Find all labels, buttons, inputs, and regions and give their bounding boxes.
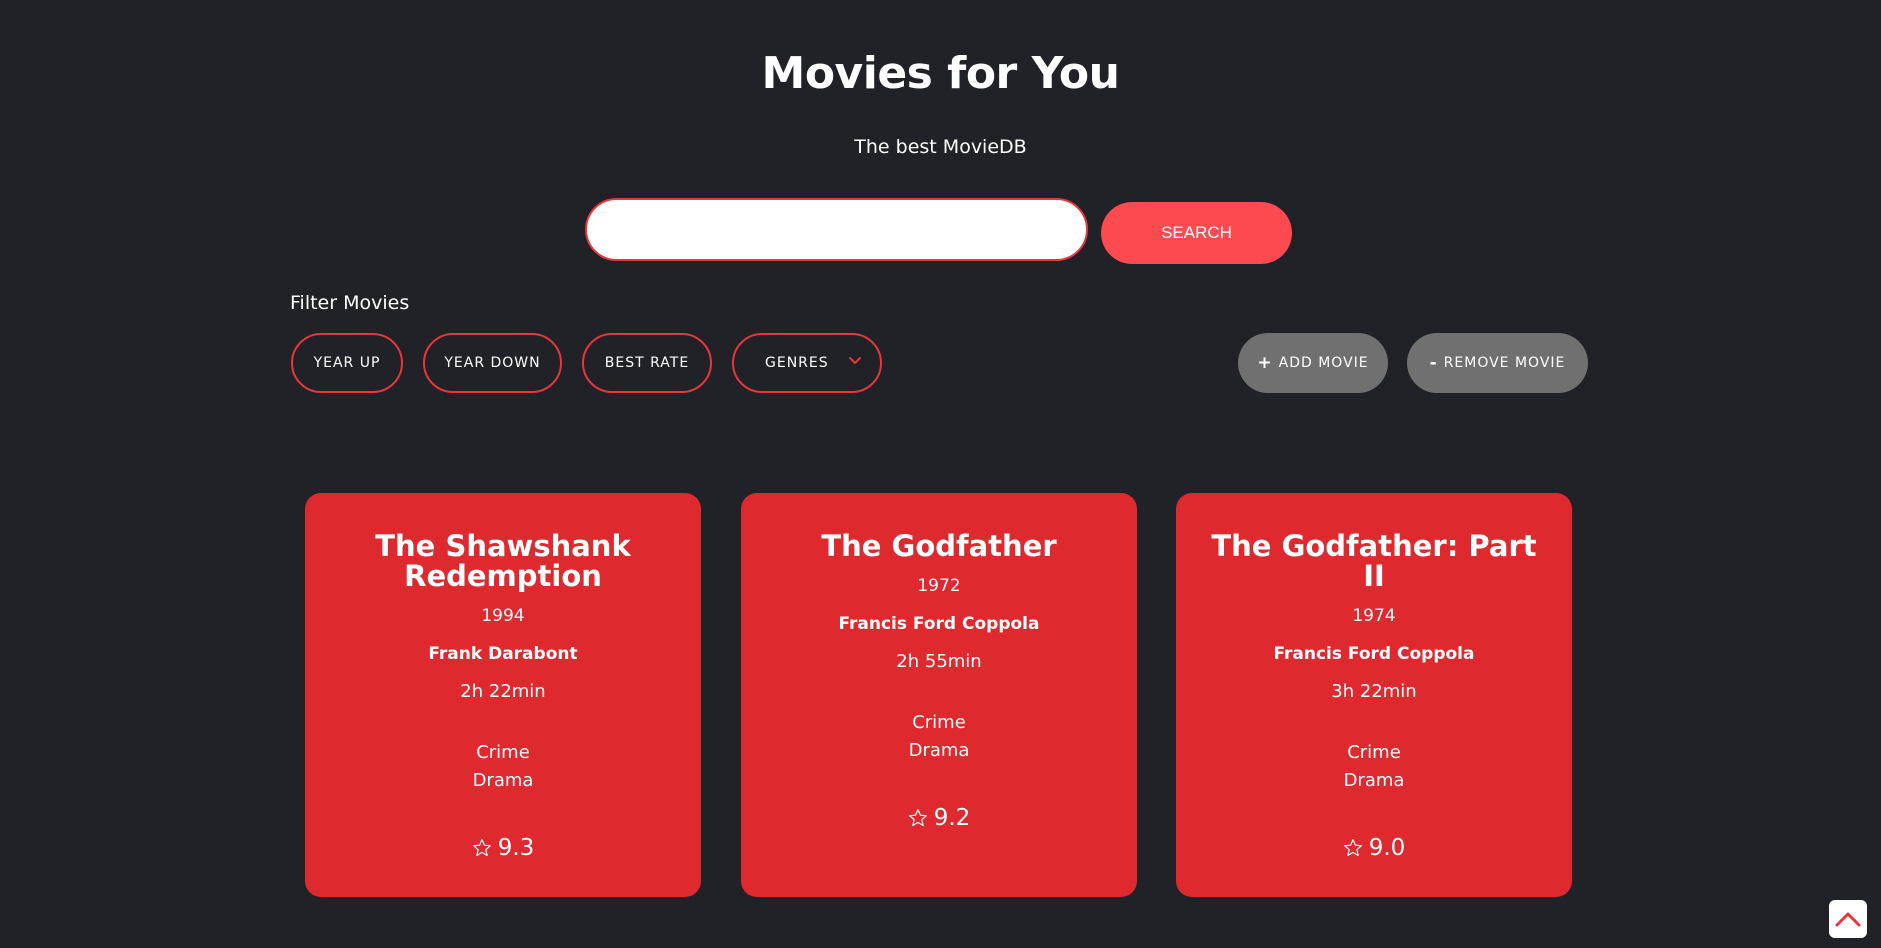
movie-director: Frank Darabont (428, 644, 578, 664)
chevron-down-icon (849, 357, 861, 364)
year-down-label: YEAR DOWN (444, 355, 541, 371)
movie-genres: Crime Drama (771, 709, 1107, 765)
year-up-button[interactable]: YEAR UP (291, 333, 403, 393)
movie-rating-value: 9.0 (1368, 835, 1406, 861)
movie-genre: Drama (472, 770, 534, 791)
page-subtitle: The best MovieDB (854, 136, 1027, 158)
best-rate-button[interactable]: BEST RATE (582, 333, 712, 393)
add-movie-label: ADD MOVIE (1278, 355, 1369, 371)
movie-duration: 2h 55min (896, 651, 982, 672)
movie-director: Francis Ford Coppola (838, 614, 1040, 634)
movie-title: The Shawshank Redemption (375, 529, 631, 593)
star-outline-icon (1343, 839, 1362, 857)
genres-label: GENRES (765, 355, 829, 371)
movie-genre: Drama (1343, 770, 1405, 791)
remove-movie-label: REMOVE MOVIE (1443, 355, 1566, 371)
movie-genre: Drama (908, 740, 970, 761)
search-button[interactable]: SEARCH (1101, 202, 1292, 264)
movie-card[interactable]: The Shawshank Redemption 1994 Frank Dara… (305, 493, 701, 897)
movie-genre: Crime (476, 742, 530, 763)
search-input[interactable] (585, 198, 1088, 261)
movie-card[interactable]: The Godfather: Part II 1974 Francis Ford… (1176, 493, 1572, 897)
movie-year: 1994 (481, 606, 525, 626)
movie-rating: 9.0 (1206, 835, 1542, 861)
movie-genre: Crime (912, 712, 966, 733)
movie-year: 1972 (917, 576, 961, 596)
filter-label: Filter Movies (290, 292, 410, 314)
genres-dropdown[interactable]: GENRES (732, 333, 882, 393)
star-outline-icon (472, 839, 491, 857)
movie-rating: 9.2 (771, 805, 1107, 831)
remove-movie-button[interactable]: - REMOVE MOVIE (1407, 333, 1588, 393)
movie-card[interactable]: The Godfather 1972 Francis Ford Coppola … (741, 493, 1137, 897)
movie-year: 1974 (1352, 606, 1396, 626)
best-rate-label: BEST RATE (604, 355, 690, 371)
movie-rating-value: 9.3 (497, 835, 535, 861)
minus-icon: - (1429, 353, 1438, 373)
movie-duration: 2h 22min (460, 681, 546, 702)
movie-title: The Godfather: Part II (1211, 529, 1537, 593)
chevron-up-icon (1835, 912, 1861, 927)
add-movie-button[interactable]: + ADD MOVIE (1238, 333, 1388, 393)
movie-duration: 3h 22min (1331, 681, 1417, 702)
movie-genres: Crime Drama (1206, 739, 1542, 795)
movie-genre: Crime (1347, 742, 1401, 763)
year-down-button[interactable]: YEAR DOWN (423, 333, 562, 393)
movie-genres: Crime Drama (335, 739, 671, 795)
star-outline-icon (908, 809, 927, 827)
page: Movies for You The best MovieDB SEARCH F… (0, 0, 1881, 948)
year-up-label: YEAR UP (313, 355, 381, 371)
movie-rating: 9.3 (335, 835, 671, 861)
movie-rating-value: 9.2 (933, 805, 971, 831)
plus-icon: + (1257, 353, 1273, 373)
scroll-to-top-button[interactable] (1829, 900, 1867, 938)
page-title: Movies for You (761, 48, 1120, 99)
movie-director: Francis Ford Coppola (1273, 644, 1475, 664)
movie-title: The Godfather (821, 529, 1057, 563)
